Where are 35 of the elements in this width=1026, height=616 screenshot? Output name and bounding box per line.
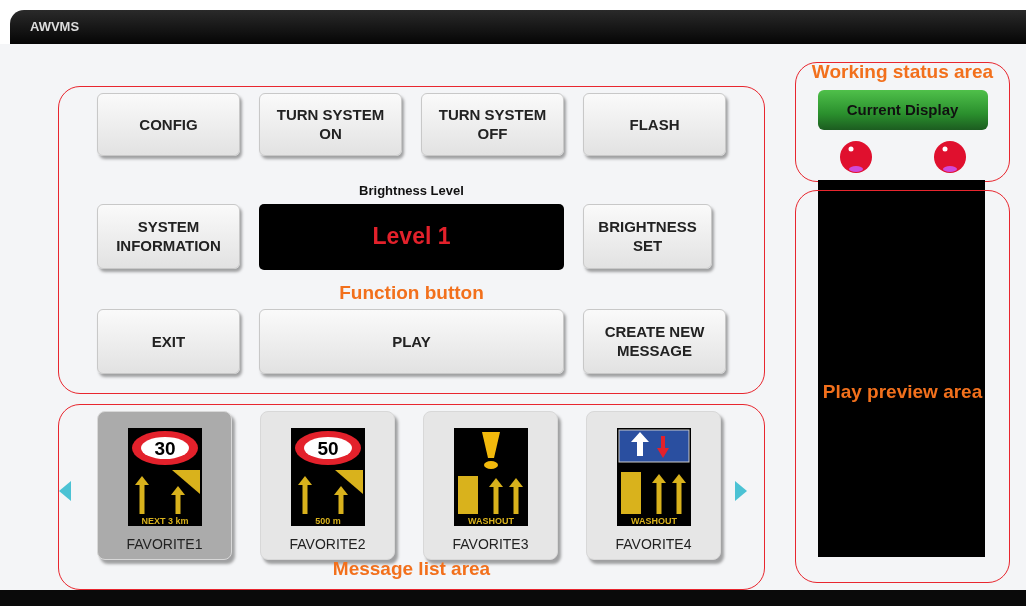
function-button[interactable]: EXIT bbox=[97, 308, 240, 374]
brightness-label: Brightness Level bbox=[359, 182, 464, 198]
indicator-lamp-icon bbox=[932, 139, 967, 174]
favorite-tile[interactable]: WASHOUT FAVORITE4 bbox=[586, 410, 721, 560]
annotation-label: Message list area bbox=[332, 557, 491, 580]
carousel-arrow-icon[interactable] bbox=[59, 480, 71, 501]
function-button[interactable]: SYSTEM INFORMATION bbox=[97, 203, 240, 269]
favorite-label: FAVORITE1 bbox=[126, 535, 203, 552]
sign-caption: NEXT 3 km bbox=[141, 515, 188, 526]
function-button[interactable]: TURN SYSTEM ON bbox=[259, 92, 402, 156]
favorite-label: FAVORITE2 bbox=[289, 535, 366, 552]
function-button[interactable]: CONFIG bbox=[97, 92, 240, 156]
annotation-label: Working status area bbox=[811, 60, 994, 83]
brightness-display: Level 1 bbox=[259, 203, 564, 270]
annotation-label: Function button bbox=[339, 281, 484, 304]
favorite-label: FAVORITE4 bbox=[615, 535, 692, 552]
function-button[interactable]: PLAY bbox=[259, 308, 564, 374]
favorite-tile[interactable]: 30 NEXT 3 km FAVORITE1 bbox=[97, 410, 232, 560]
function-button[interactable]: TURN SYSTEM OFF bbox=[421, 92, 564, 156]
function-button[interactable]: CREATE NEW MESSAGE bbox=[583, 308, 726, 374]
current-display-button[interactable]: Current Display bbox=[817, 89, 988, 130]
window-title: AWVMS bbox=[30, 19, 80, 35]
indicator-lamp-icon bbox=[838, 139, 873, 174]
function-button[interactable]: FLASH bbox=[583, 92, 726, 156]
favorite-tile[interactable]: WASHOUT FAVORITE3 bbox=[423, 410, 558, 560]
favorite-label: FAVORITE3 bbox=[452, 535, 529, 552]
sign-caption: WASHOUT bbox=[630, 515, 677, 526]
function-button[interactable]: BRIGHTNESS SET bbox=[583, 203, 712, 269]
favorite-tile[interactable]: 50 500 m FAVORITE2 bbox=[260, 410, 395, 560]
sign-caption: 500 m bbox=[314, 515, 341, 526]
carousel-arrow-icon[interactable] bbox=[735, 480, 747, 501]
speed-limit-number: 30 bbox=[153, 437, 176, 459]
speed-limit-number: 50 bbox=[316, 437, 339, 459]
annotation-label: Play preview area bbox=[822, 380, 983, 403]
sign-caption: WASHOUT bbox=[467, 515, 514, 526]
